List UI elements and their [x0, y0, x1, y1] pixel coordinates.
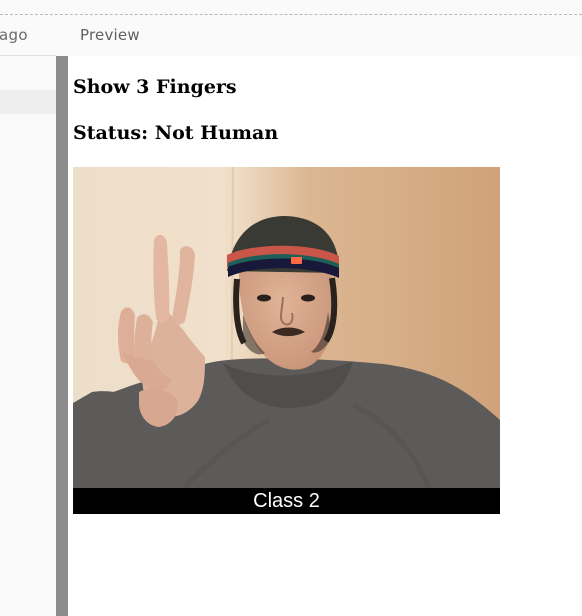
left-tab-label[interactable]: ago [0, 26, 28, 44]
preview-pane: Show 3 Fingers Status: Not Human Class 2 [68, 56, 582, 616]
instruction-heading: Show 3 Fingers [73, 76, 237, 98]
webcam-image [73, 167, 500, 488]
app-window: ago Preview Show 3 Fingers Status: Not H… [0, 0, 582, 616]
left-side-panel [0, 56, 56, 616]
webcam-video [73, 167, 500, 488]
video-class-label: Class 2 [73, 488, 500, 514]
pane-splitter[interactable] [56, 56, 68, 616]
top-tab-bar: ago Preview [0, 15, 582, 56]
left-panel-selected-row[interactable] [0, 90, 56, 114]
status-heading: Status: Not Human [73, 122, 279, 144]
tab-preview[interactable]: Preview [80, 26, 140, 44]
